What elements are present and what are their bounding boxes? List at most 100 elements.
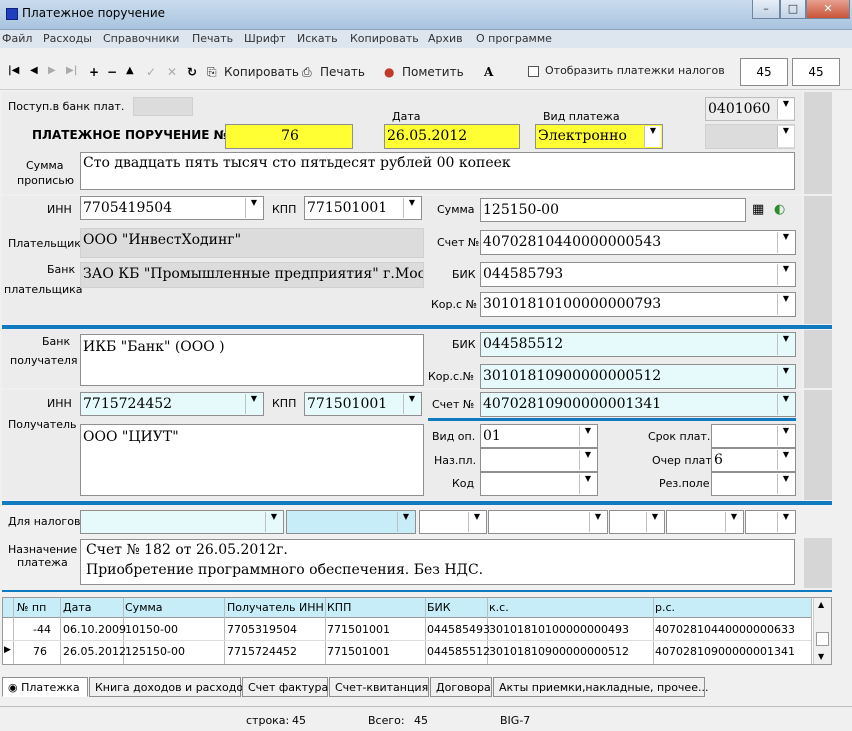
copy-button[interactable]: Копировать: [224, 65, 299, 79]
payer-kors-dropdown-icon[interactable]: ▼: [777, 294, 794, 315]
show-taxes-checkbox[interactable]: [528, 66, 539, 77]
payer-inn-dropdown-icon[interactable]: ▼: [245, 198, 262, 218]
ocher-dropdown-icon[interactable]: ▼: [777, 450, 794, 470]
menu-references[interactable]: Справочники: [103, 32, 179, 45]
last-record-icon[interactable]: ▶|: [66, 65, 77, 76]
column-header[interactable]: Сумма: [125, 601, 163, 614]
menu-print[interactable]: Печать: [192, 32, 233, 45]
column-header[interactable]: Получатель ИНН: [227, 601, 324, 614]
priority-code-dropdown-icon[interactable]: ▼: [777, 126, 794, 147]
status-circle-icon[interactable]: ◐: [774, 202, 785, 217]
next-record-icon[interactable]: ▶: [48, 65, 56, 76]
purpose-field[interactable]: Счет № 182 от 26.05.2012г. Приобретение …: [80, 539, 795, 585]
recipient-bank-field[interactable]: ИКБ "Банк" (ООО ): [80, 334, 424, 386]
table-row[interactable]: ▶ 76 26.05.2012 125150-00 7715724452 771…: [3, 641, 811, 663]
date-field[interactable]: 26.05.2012: [384, 124, 520, 149]
tab-contracts[interactable]: Договора: [430, 677, 492, 697]
maximize-button[interactable]: □: [780, 0, 806, 19]
tax-field-4-dropdown-icon[interactable]: ▼: [589, 512, 606, 532]
column-header[interactable]: КПП: [327, 601, 351, 614]
column-header[interactable]: № пп: [17, 601, 46, 614]
close-button[interactable]: ✕: [806, 0, 850, 19]
rez-dropdown-icon[interactable]: ▼: [777, 474, 794, 494]
first-record-icon[interactable]: |◀: [8, 65, 19, 76]
table-header: № пп Дата Сумма Получатель ИНН КПП БИК к…: [3, 598, 811, 618]
payer-sum-field[interactable]: 125150-00: [480, 198, 746, 222]
scroll-up-icon[interactable]: ▲: [818, 600, 824, 609]
mark-button[interactable]: Пометить: [402, 65, 464, 79]
tab-acts[interactable]: Акты приемки,накладные, прочее...: [493, 677, 708, 697]
cell-number: -44: [33, 623, 51, 636]
recipient-kors-field[interactable]: 30101810900000000512: [480, 364, 796, 389]
menu-copy[interactable]: Копировать: [350, 32, 419, 45]
recipient-inn-field[interactable]: 7715724452: [80, 392, 264, 416]
calculator-icon[interactable]: ▦: [752, 202, 764, 217]
table-scrollbar[interactable]: ▲ ▼: [813, 598, 831, 664]
column-header[interactable]: р.с.: [655, 601, 675, 614]
refresh-icon[interactable]: ↻: [187, 65, 197, 79]
srok-dropdown-icon[interactable]: ▼: [777, 426, 794, 446]
payer-kors-field[interactable]: 30101810100000000793: [480, 292, 796, 317]
payer-bik-dropdown-icon[interactable]: ▼: [777, 264, 794, 285]
doc-code-dropdown-icon[interactable]: ▼: [777, 99, 794, 119]
post-record-icon[interactable]: ✓: [146, 65, 156, 79]
arrival-date-field[interactable]: [133, 97, 193, 116]
recipient-kors-dropdown-icon[interactable]: ▼: [777, 366, 794, 387]
payment-kind-dropdown-icon[interactable]: ▼: [644, 126, 661, 147]
scroll-down-icon[interactable]: ▼: [818, 652, 824, 661]
menu-search[interactable]: Искать: [297, 32, 338, 45]
cell-date: 06.10.2009: [63, 623, 126, 636]
menu-expenses[interactable]: Расходы: [43, 32, 92, 45]
tax-field-5-dropdown-icon[interactable]: ▼: [646, 512, 663, 532]
column-header[interactable]: к.с.: [489, 601, 509, 614]
add-record-icon[interactable]: +: [89, 65, 99, 79]
menu-font[interactable]: Шрифт: [244, 32, 286, 45]
minimize-button[interactable]: –: [752, 0, 780, 19]
tab-invoice[interactable]: Счет фактура: [242, 677, 328, 697]
payer-inn-field[interactable]: 7705419504: [80, 196, 264, 220]
cancel-record-icon[interactable]: ✕: [167, 65, 177, 79]
tax-field-1[interactable]: [80, 510, 284, 534]
menu-archive[interactable]: Архив: [428, 32, 463, 45]
kod-dropdown-icon[interactable]: ▼: [579, 474, 596, 494]
tax-field-7-dropdown-icon[interactable]: ▼: [777, 512, 794, 532]
payments-table[interactable]: № пп Дата Сумма Получатель ИНН КПП БИК к…: [2, 597, 832, 665]
edit-record-icon[interactable]: ▲: [126, 65, 134, 76]
payer-bank-field[interactable]: ЗАО КБ "Промышленные предприятия" г.Моск…: [80, 262, 424, 288]
payer-acc-field[interactable]: 40702810440000000543: [480, 230, 796, 255]
menu-about[interactable]: О программе: [476, 32, 552, 45]
table-row[interactable]: -44 06.10.2009 10150-00 7705319504 77150…: [3, 619, 811, 641]
tax-field-1-dropdown-icon[interactable]: ▼: [265, 512, 282, 532]
recipient-bik-dropdown-icon[interactable]: ▼: [777, 334, 794, 355]
vid-op-dropdown-icon[interactable]: ▼: [579, 426, 596, 446]
recipient-kpp-label: КПП: [272, 397, 297, 410]
prev-record-icon[interactable]: ◀: [30, 65, 38, 76]
print-button[interactable]: Печать: [320, 65, 365, 79]
menu-file[interactable]: Файл: [2, 32, 32, 45]
recipient-kpp-dropdown-icon[interactable]: ▼: [403, 394, 420, 414]
naz-pl-dropdown-icon[interactable]: ▼: [579, 450, 596, 470]
tax-field-6-dropdown-icon[interactable]: ▼: [725, 512, 742, 532]
tab-income-book[interactable]: Книга доходов и расходов: [89, 677, 250, 697]
recipient-name-field[interactable]: ООО "ЦИУТ": [80, 424, 424, 496]
font-icon[interactable]: A: [484, 65, 493, 79]
column-header[interactable]: Дата: [63, 601, 91, 614]
recipient-acc-field[interactable]: 40702810900000001341: [480, 392, 796, 417]
scroll-thumb[interactable]: [816, 632, 829, 646]
recipient-inn-dropdown-icon[interactable]: ▼: [245, 394, 262, 414]
column-header[interactable]: БИК: [427, 601, 451, 614]
delete-record-icon[interactable]: −: [107, 65, 117, 79]
payer-name-field[interactable]: ООО "ИнвестХодинг": [80, 228, 424, 258]
payer-kpp-dropdown-icon[interactable]: ▼: [403, 198, 420, 218]
doc-number-field[interactable]: 76: [225, 124, 353, 149]
tab-receipt[interactable]: Счет-квитанция: [329, 677, 429, 697]
tab-payment[interactable]: ◉ Платежка: [2, 677, 88, 697]
payer-bik-field[interactable]: 044585793: [480, 262, 796, 287]
payer-acc-dropdown-icon[interactable]: ▼: [777, 232, 794, 253]
tax-field-3-dropdown-icon[interactable]: ▼: [468, 512, 485, 532]
amount-words-field[interactable]: Сто двадцать пять тысяч сто пятьдесят ру…: [80, 152, 795, 190]
srok-label: Срок плат.: [648, 430, 711, 443]
recipient-bik-field[interactable]: 044585512: [480, 332, 796, 357]
tax-field-2-dropdown-icon[interactable]: ▼: [397, 512, 414, 532]
recipient-acc-dropdown-icon[interactable]: ▼: [777, 394, 794, 415]
